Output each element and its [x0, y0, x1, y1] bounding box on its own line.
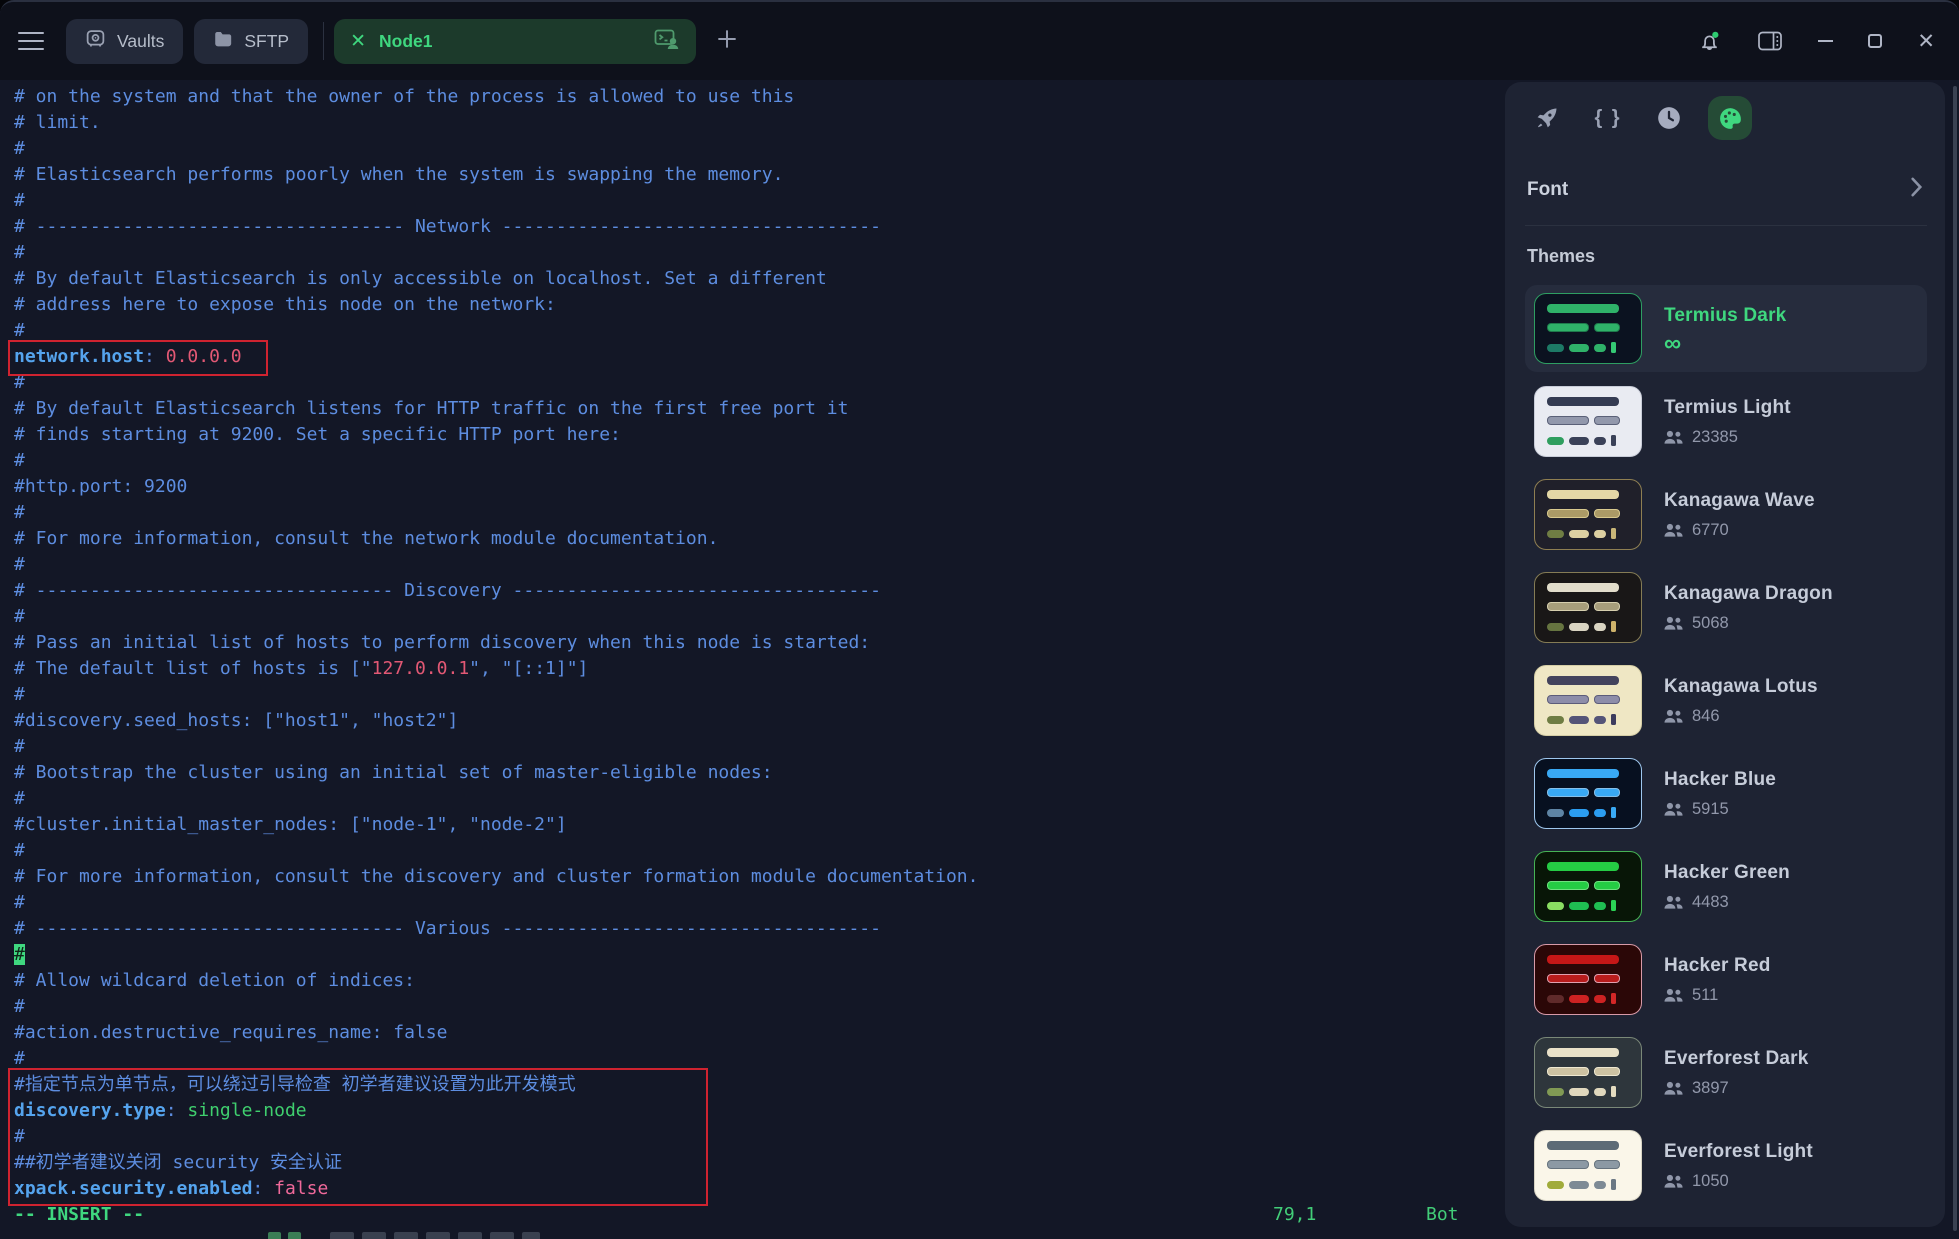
font-label: Font: [1527, 178, 1569, 200]
app-window: Vaults SFTP ✕ Node1 ✕ # on the system an…: [0, 0, 1959, 1239]
theme-users: 846: [1664, 707, 1818, 726]
theme-name: Termius Dark: [1664, 305, 1787, 326]
themes-section-header: Themes: [1527, 246, 1596, 266]
maximize-button[interactable]: [1868, 34, 1883, 48]
theme-thumbnail: [1534, 1037, 1642, 1108]
theme-name: Kanagawa Wave: [1664, 489, 1815, 511]
minimize-button[interactable]: [1818, 40, 1834, 42]
notifications-bell-icon[interactable]: [1697, 29, 1722, 54]
vaults-label: Vaults: [117, 30, 165, 51]
close-window-button[interactable]: ✕: [1917, 31, 1935, 52]
theme-users: 6770: [1664, 521, 1815, 540]
window-controls: ✕: [1697, 29, 1935, 54]
theme-list-item[interactable]: Kanagawa Dragon 5068: [1525, 564, 1927, 651]
theme-list: Termius Dark ∞ Termius Light 23385 Kanag…: [1525, 285, 1927, 1209]
theme-name: Kanagawa Dragon: [1664, 582, 1833, 604]
top-bar: Vaults SFTP ✕ Node1 ✕: [0, 2, 1959, 80]
font-setting-row[interactable]: Font: [1525, 176, 1927, 203]
themes-palette-icon[interactable]: [1708, 96, 1752, 140]
theme-name: Everforest Dark: [1664, 1047, 1809, 1069]
sftp-label: SFTP: [244, 30, 290, 51]
theme-users: 4483: [1664, 893, 1790, 912]
theme-name: Hacker Green: [1664, 861, 1790, 883]
theme-name: Hacker Blue: [1664, 768, 1777, 790]
variables-braces-icon[interactable]: { }: [1586, 96, 1630, 140]
theme-users: 23385: [1664, 428, 1791, 447]
theme-list-item[interactable]: Everforest Dark 3897: [1525, 1029, 1927, 1116]
terminal-cursor: #: [14, 944, 25, 965]
theme-thumbnail: [1534, 665, 1642, 736]
theme-list-item[interactable]: Kanagawa Lotus 846: [1525, 657, 1927, 744]
panel-tabs: { }: [1525, 96, 1927, 140]
theme-list-item[interactable]: Hacker Blue 5915: [1525, 750, 1927, 837]
theme-thumbnail: [1534, 386, 1642, 457]
toggle-sidepanel-icon[interactable]: [1757, 30, 1783, 52]
theme-thumbnail: [1534, 944, 1642, 1015]
close-tab-icon[interactable]: ✕: [350, 32, 366, 51]
theme-thumbnail: [1534, 479, 1642, 550]
theme-thumbnail: [1534, 1130, 1642, 1201]
sftp-button[interactable]: SFTP: [194, 18, 309, 64]
theme-thumbnail: [1534, 572, 1642, 643]
vaults-button[interactable]: Vaults: [66, 18, 184, 64]
cursor-position: 79,1: [1273, 1204, 1317, 1225]
snippets-rocket-icon[interactable]: [1525, 96, 1569, 140]
theme-list-item[interactable]: Kanagawa Wave 6770: [1525, 471, 1927, 558]
theme-list-item[interactable]: Hacker Red 511: [1525, 936, 1927, 1023]
panel-scrollbar[interactable]: [1953, 86, 1957, 1231]
theme-name: Hacker Red: [1664, 954, 1771, 976]
chevron-right-icon: [1910, 176, 1923, 203]
theme-thumbnail: [1534, 758, 1642, 829]
history-clock-icon[interactable]: [1647, 96, 1691, 140]
theme-users: ∞: [1664, 330, 1786, 357]
vim-mode-indicator: -- INSERT --: [14, 1204, 145, 1225]
terminal-user-icon: [654, 28, 680, 55]
theme-list-item[interactable]: Termius Light 23385: [1525, 378, 1927, 465]
folder-icon: [213, 30, 233, 53]
theme-list-item[interactable]: Hacker Green 4483: [1525, 843, 1927, 930]
menu-icon[interactable]: [18, 32, 44, 50]
divider: [1525, 225, 1927, 226]
theme-name: Termius Light: [1664, 396, 1791, 418]
theme-name: Everforest Light: [1664, 1140, 1813, 1162]
tab-node1[interactable]: ✕ Node1: [334, 18, 697, 64]
theme-users: 5068: [1664, 614, 1833, 633]
theme-list-item[interactable]: Termius Dark ∞: [1525, 285, 1927, 372]
theme-name: Kanagawa Lotus: [1664, 675, 1818, 697]
theme-users: 1050: [1664, 1172, 1813, 1191]
theme-users: 511: [1664, 986, 1771, 1005]
theme-thumbnail: [1534, 851, 1642, 922]
vault-icon: [85, 28, 106, 54]
infinity-icon: ∞: [1664, 330, 1682, 357]
clipped-bottom-row: [0, 1230, 1959, 1239]
theme-users: 3897: [1664, 1079, 1809, 1098]
tab-separator: [323, 22, 325, 60]
settings-panel: { } Font Themes Termius Dark ∞ Termius L…: [1505, 82, 1945, 1227]
tab-label: Node1: [379, 30, 433, 51]
annotation-box-network-host: [8, 340, 268, 376]
theme-users: 5915: [1664, 800, 1776, 819]
scroll-position: Bot: [1426, 1204, 1459, 1225]
new-tab-button[interactable]: [714, 26, 740, 57]
theme-list-item[interactable]: Everforest Light 1050: [1525, 1122, 1927, 1209]
theme-thumbnail: [1534, 293, 1642, 364]
annotation-box-single-node: [8, 1068, 708, 1206]
